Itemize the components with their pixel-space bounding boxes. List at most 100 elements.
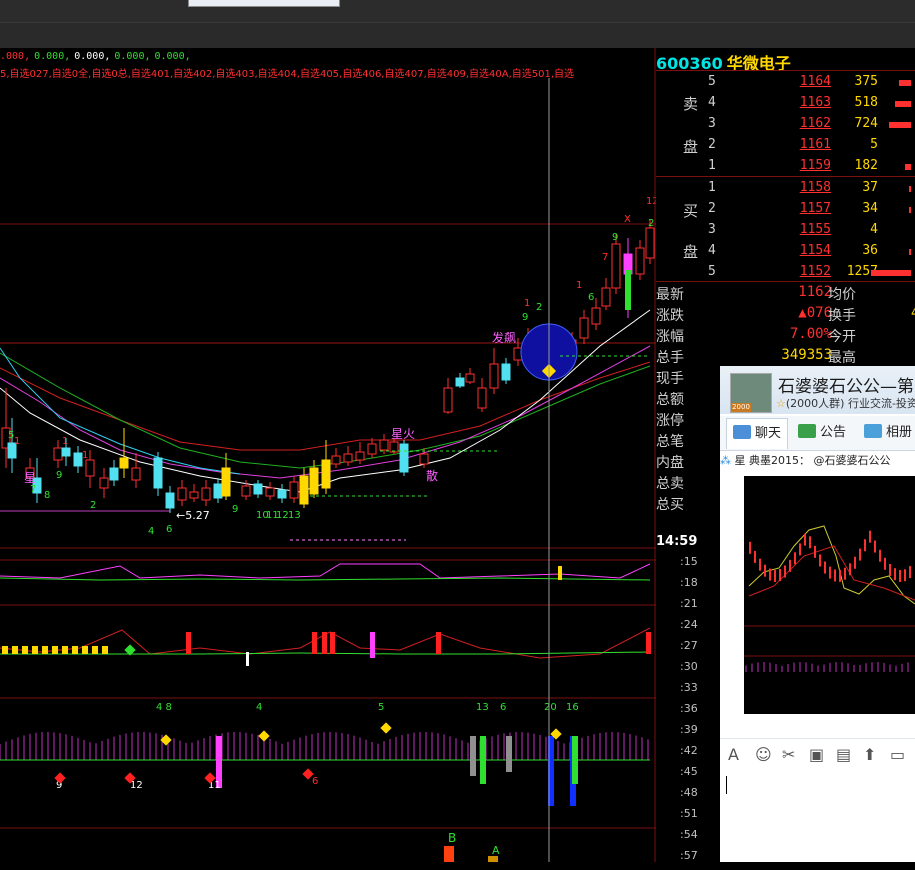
buy-price[interactable]: 1152 (766, 264, 831, 279)
shared-chart-image[interactable] (744, 476, 915, 714)
buy-row[interactable]: 4 1154 36 (656, 241, 915, 262)
candle-body (73, 452, 83, 467)
sell-level: 1 (708, 158, 716, 173)
candle-body (477, 387, 487, 409)
chat-header: 2000 石婆婆石公公—第 ☆(2000人群) 行业交流-投资 (720, 366, 915, 414)
sell-row[interactable]: 5 1164 375 (656, 72, 915, 93)
sequence-count: 1 (524, 298, 530, 309)
candle-body (53, 447, 63, 461)
candlestick-chart[interactable]: .000, 0.000, 0.000, 0.000, 0.000, 5,自选027,自选… (0, 48, 656, 862)
sequence-count: 9 (232, 504, 238, 515)
indicator-bar (646, 632, 651, 654)
indicator-bar (2, 646, 8, 654)
toolbar-icon[interactable]: A (728, 745, 739, 764)
stat-value: 7.00% (789, 326, 832, 342)
buy-price[interactable]: 1158 (766, 180, 831, 195)
stat-label: 总笔 (656, 434, 684, 450)
sell-level: 2 (708, 137, 716, 152)
candle-body (241, 485, 251, 497)
time-tick: :54 (680, 828, 698, 841)
candle-body (399, 443, 409, 473)
candle-body (165, 492, 175, 509)
buy-volume-bar (871, 270, 911, 276)
time-tick: :39 (680, 723, 698, 736)
sell-row[interactable]: 2 1161 5 (656, 135, 915, 156)
chat-input[interactable] (720, 770, 915, 862)
time-tick: :42 (680, 744, 698, 757)
toolbar-icon[interactable]: ▤ (836, 745, 851, 764)
toolbar-icon[interactable]: ▣ (809, 745, 824, 764)
sell-price[interactable]: 1163 (766, 95, 831, 110)
candle-body (465, 373, 475, 383)
candle-body (579, 317, 589, 339)
buy-row[interactable]: 2 1157 34 (656, 199, 915, 220)
buy-row[interactable]: 1 1158 37 (656, 178, 915, 199)
toolbar-icon[interactable]: ☺ (755, 745, 772, 764)
buy-volume: 37 (862, 180, 878, 195)
chat-toolbar: A ☺ ✂ ▣ ▤ ⬆ ▭ (720, 738, 915, 771)
candle-body (109, 467, 119, 481)
buy-price[interactable]: 1157 (766, 201, 831, 216)
indicator-values: .000, 0.000, 0.000, 0.000, 0.000, (0, 51, 191, 62)
star-label: 星 (24, 471, 36, 485)
time-tick: :21 (680, 597, 698, 610)
toolbar-icon[interactable]: ▭ (890, 745, 905, 764)
buy-price[interactable]: 1154 (766, 243, 831, 258)
candle-body (153, 457, 163, 489)
indicator-bar (330, 632, 335, 654)
stat-label: 内盘 (656, 455, 684, 471)
tab-album[interactable]: 相册 (864, 418, 912, 448)
time-tick: :33 (680, 681, 698, 694)
toolbar-strip (0, 22, 915, 49)
buy-row[interactable]: 5 1152 1257 (656, 262, 915, 283)
stat-label-2: 今开 (828, 329, 856, 345)
stat-label-2: 换手 (828, 308, 856, 324)
indicator-bar (322, 632, 327, 654)
sell-row[interactable]: 3 1162 724 (656, 114, 915, 135)
sell-row[interactable]: 1 1159 182 (656, 156, 915, 177)
sell-price[interactable]: 1161 (766, 137, 831, 152)
toolbar-icon[interactable]: ⬆ (863, 745, 876, 764)
sequence-count: 4 (148, 526, 154, 537)
candle-body (343, 453, 353, 463)
time-clock: 14:59 (656, 534, 698, 549)
sequence-count: 1 (62, 436, 68, 447)
count-label: 6 (312, 776, 318, 787)
stat-label: 涨停 (656, 413, 684, 429)
window-tab-handle[interactable] (188, 0, 340, 7)
indicator-bar (186, 632, 191, 654)
sell-price[interactable]: 1162 (766, 116, 831, 131)
sell-price[interactable]: 1164 (766, 74, 831, 89)
group-avatar[interactable]: 2000 (730, 373, 772, 413)
toolbar-icon[interactable]: ✂ (782, 745, 795, 764)
candle-body (99, 477, 109, 489)
sequence-count: 9 (522, 312, 528, 323)
tab-chat[interactable]: 聊天 (726, 418, 789, 449)
candle-body (601, 287, 611, 307)
sell-price[interactable]: 1159 (766, 158, 831, 173)
time-ticks: :15:18:21:24:27:30:33:36:39:42:45:48:51:… (656, 555, 718, 870)
time-tick: :57 (680, 849, 698, 862)
buy-volume: 36 (862, 243, 878, 258)
fa-biao-label: 发飙 (492, 330, 516, 345)
buy-volume: 4 (870, 222, 878, 237)
signal-b-label: B (448, 831, 456, 845)
candle-body (177, 487, 187, 501)
sequence-count: 7 (602, 252, 608, 263)
chat-tab-bar: 聊天 公告 相册 (720, 416, 915, 451)
candle-body (489, 363, 499, 389)
buy-price[interactable]: 1155 (766, 222, 831, 237)
candle-body (611, 243, 621, 289)
indicator-bar (312, 632, 317, 654)
buy-volume-bar (909, 207, 911, 213)
sequence-count: 6 (588, 292, 594, 303)
indicator-bar (42, 646, 48, 654)
message-text: @石婆婆石公公 (813, 454, 891, 467)
stat-row: 最新 1162 均价 (656, 282, 915, 303)
window-top-bar (0, 0, 915, 49)
tab-notice[interactable]: 公告 (798, 418, 846, 448)
buy-row[interactable]: 3 1155 4 (656, 220, 915, 241)
candle-body (455, 377, 465, 387)
sell-row[interactable]: 4 1163 518 (656, 93, 915, 114)
chat-window[interactable]: 2000 石婆婆石公公—第 ☆(2000人群) 行业交流-投资 聊天 公告 相册… (720, 366, 915, 862)
